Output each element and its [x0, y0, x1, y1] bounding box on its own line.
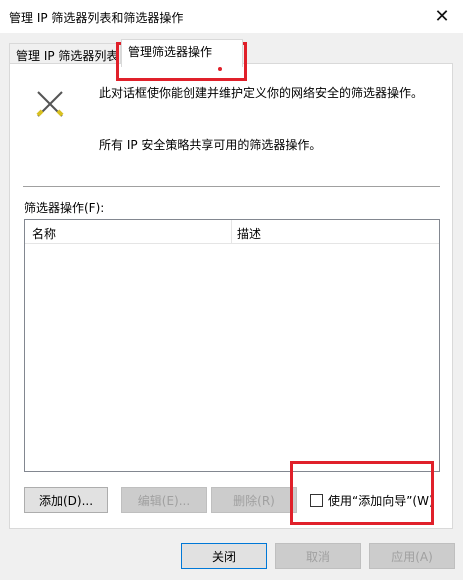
tab-strip: 管理 IP 筛选器列表 管理筛选器操作 [0, 33, 463, 67]
cancel-button[interactable]: 取消 [275, 543, 361, 569]
add-button[interactable]: 添加(D)... [24, 487, 108, 513]
apply-button[interactable]: 应用(A) [369, 543, 455, 569]
filter-actions-label: 筛选器操作(F): [24, 201, 105, 215]
highlight-dot [218, 67, 222, 71]
window-title: 管理 IP 筛选器列表和筛选器操作 [9, 11, 184, 25]
remove-button[interactable]: 删除(R) [211, 487, 297, 513]
edit-button[interactable]: 编辑(E)... [121, 487, 207, 513]
separator [23, 186, 440, 187]
list-header: 名称 描述 [25, 220, 439, 244]
filter-actions-list[interactable]: 名称 描述 [24, 219, 440, 472]
column-divider[interactable] [231, 220, 232, 244]
highlight-box-wizard [290, 461, 434, 525]
description-shared-text: 所有 IP 安全策略共享可用的筛选器操作。 [99, 138, 322, 152]
tools-icon [36, 91, 64, 117]
column-header-name[interactable]: 名称 [32, 225, 56, 242]
close-icon[interactable]: ✕ [429, 3, 455, 29]
title-bar: 管理 IP 筛选器列表和筛选器操作 ✕ [0, 0, 463, 33]
tab-panel: 此对话框使你能创建并维护定义你的网络安全的筛选器操作。 所有 IP 安全策略共享… [9, 63, 453, 529]
close-button[interactable]: 关闭 [181, 543, 267, 569]
tab-filter-actions[interactable]: 管理筛选器操作 [121, 39, 243, 67]
description-text: 此对话框使你能创建并维护定义你的网络安全的筛选器操作。 [99, 86, 424, 100]
column-header-description[interactable]: 描述 [237, 225, 261, 242]
tab-ip-filter-lists[interactable]: 管理 IP 筛选器列表 [9, 43, 121, 65]
